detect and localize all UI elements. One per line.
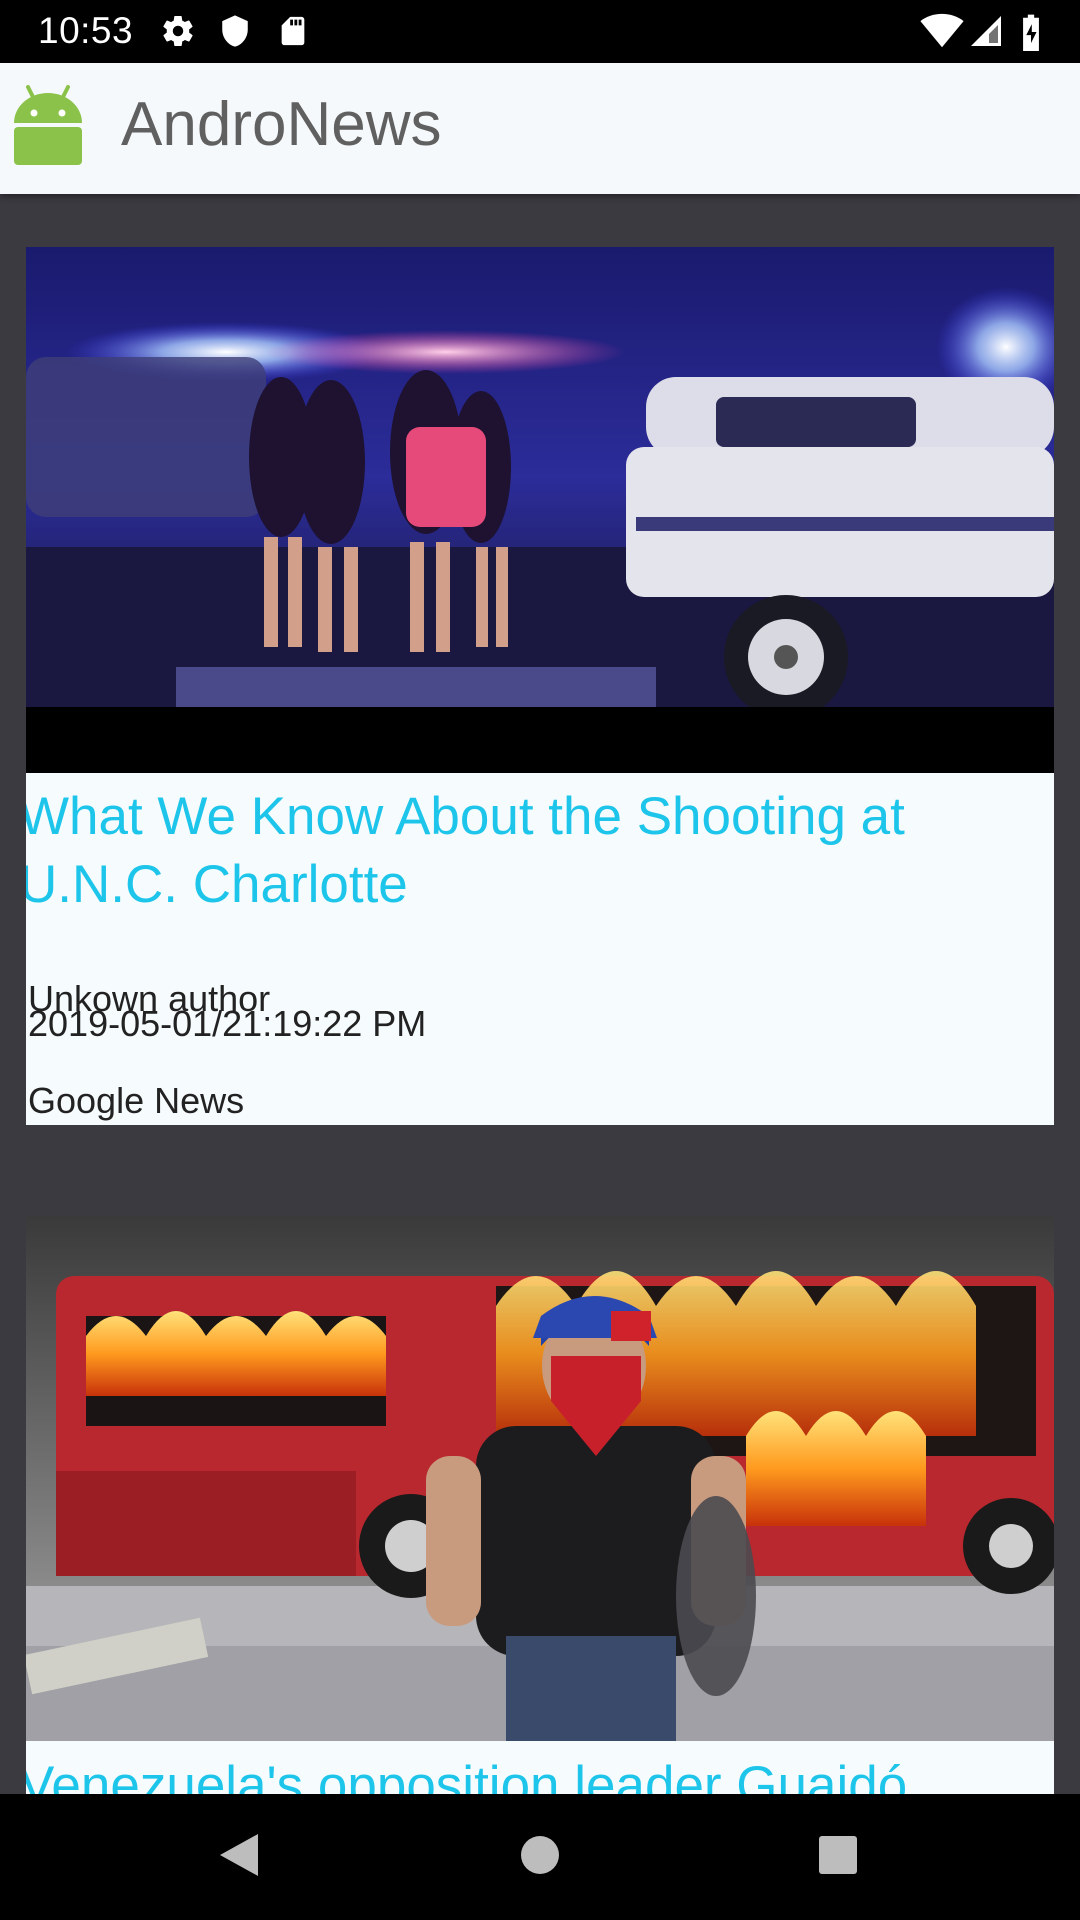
android-icon	[10, 83, 86, 165]
recents-icon	[818, 1835, 858, 1880]
home-icon	[520, 1835, 560, 1880]
gear-icon	[160, 13, 196, 54]
app-title: AndroNews	[121, 90, 442, 159]
shield-icon	[218, 13, 252, 54]
article-date: 2019-05-01/21:19:22 PM	[28, 1003, 427, 1044]
wifi-icon	[920, 13, 964, 54]
signal-icon	[968, 13, 1004, 54]
app-bar: AndroNews	[0, 63, 1080, 194]
article-image[interactable]	[26, 1216, 1054, 1741]
sd-card-icon	[276, 13, 310, 54]
news-feed[interactable]: What We Know About the Shooting at U.N.C…	[0, 194, 1080, 1794]
status-time: 10:53	[38, 10, 134, 51]
navigation-bar	[0, 1794, 1080, 1920]
back-button[interactable]	[160, 1794, 320, 1920]
battery-charging-icon	[1018, 13, 1044, 56]
status-bar: 10:53	[0, 0, 1080, 63]
article-title[interactable]: What We Know About the Shooting at U.N.C…	[26, 783, 905, 919]
article-title-line[interactable]: Venezuela's opposition leader Guaidó	[26, 1752, 907, 1794]
article-title[interactable]: Venezuela's opposition leader Guaidó	[26, 1752, 907, 1794]
article-image[interactable]	[26, 247, 1054, 773]
article-title-line[interactable]: U.N.C. Charlotte	[26, 851, 905, 919]
article-title-line[interactable]: What We Know About the Shooting at	[26, 783, 905, 851]
back-icon	[218, 1832, 262, 1883]
article-source: Google News	[28, 1080, 245, 1121]
article-card[interactable]: What We Know About the Shooting at U.N.C…	[26, 247, 1054, 1125]
article-card[interactable]: Venezuela's opposition leader Guaidó	[26, 1216, 1054, 1794]
home-button[interactable]	[460, 1794, 620, 1920]
recents-button[interactable]	[758, 1794, 918, 1920]
